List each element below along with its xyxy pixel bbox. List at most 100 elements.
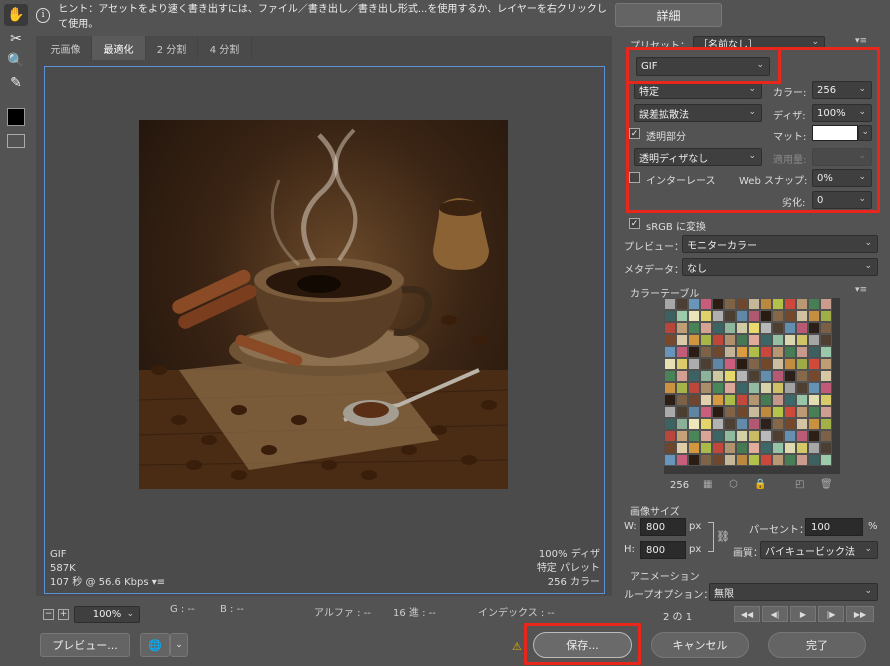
color-swatch[interactable] <box>724 394 736 406</box>
tab-2up[interactable]: 2 分割 <box>146 36 198 60</box>
color-swatch[interactable] <box>700 454 712 466</box>
color-swatch[interactable] <box>688 382 700 394</box>
color-swatch[interactable] <box>736 358 748 370</box>
color-swatch[interactable] <box>760 334 772 346</box>
color-swatch[interactable] <box>664 418 676 430</box>
color-swatch[interactable] <box>748 442 760 454</box>
zoom-select[interactable]: 100% ⌄ <box>74 606 140 623</box>
color-swatch[interactable] <box>760 454 772 466</box>
color-swatch[interactable] <box>712 298 724 310</box>
color-swatch[interactable] <box>808 298 820 310</box>
quality-select[interactable]: バイキュービック法 ⌄ <box>760 541 878 559</box>
height-input[interactable]: 800 <box>640 541 686 559</box>
zoom-in-button[interactable]: + <box>58 609 69 620</box>
color-swatch[interactable] <box>724 382 736 394</box>
color-swatch[interactable] <box>796 406 808 418</box>
color-swatch[interactable] <box>676 394 688 406</box>
color-swatch[interactable] <box>688 310 700 322</box>
color-swatch[interactable] <box>724 430 736 442</box>
color-swatch[interactable] <box>664 370 676 382</box>
color-swatch[interactable] <box>724 418 736 430</box>
color-swatch[interactable] <box>808 442 820 454</box>
color-swatch[interactable] <box>736 310 748 322</box>
color-swatch[interactable] <box>748 418 760 430</box>
color-swatch[interactable] <box>796 382 808 394</box>
color-swatch[interactable] <box>724 358 736 370</box>
color-swatch[interactable] <box>796 358 808 370</box>
color-swatch[interactable] <box>724 334 736 346</box>
color-swatch[interactable] <box>700 382 712 394</box>
color-swatch[interactable] <box>736 442 748 454</box>
color-swatch[interactable] <box>664 382 676 394</box>
tab-optimized[interactable]: 最適化 <box>92 36 146 60</box>
color-swatch[interactable] <box>712 454 724 466</box>
color-swatch[interactable] <box>772 394 784 406</box>
color-swatch[interactable] <box>664 406 676 418</box>
color-swatch[interactable] <box>808 418 820 430</box>
color-swatch[interactable] <box>736 370 748 382</box>
color-swatch[interactable] <box>688 442 700 454</box>
color-swatch[interactable] <box>712 418 724 430</box>
preview-button[interactable]: プレビュー... <box>40 633 130 657</box>
color-swatch[interactable] <box>736 430 748 442</box>
color-swatch[interactable] <box>820 334 832 346</box>
color-swatch[interactable] <box>724 346 736 358</box>
tab-4up[interactable]: 4 分割 <box>198 36 252 60</box>
color-swatch[interactable] <box>784 406 796 418</box>
color-swatch[interactable] <box>808 346 820 358</box>
color-swatch[interactable] <box>700 370 712 382</box>
color-swatch[interactable] <box>808 370 820 382</box>
color-swatch[interactable] <box>724 322 736 334</box>
color-swatch[interactable] <box>688 298 700 310</box>
color-swatch[interactable] <box>760 406 772 418</box>
color-swatch[interactable] <box>664 358 676 370</box>
color-swatch[interactable] <box>688 370 700 382</box>
color-swatch[interactable] <box>688 334 700 346</box>
color-swatch[interactable] <box>748 310 760 322</box>
color-swatch[interactable] <box>760 346 772 358</box>
color-swatch[interactable] <box>784 418 796 430</box>
color-swatch[interactable] <box>772 322 784 334</box>
color-swatch[interactable] <box>664 322 676 334</box>
color-swatch[interactable] <box>760 322 772 334</box>
color-swatch[interactable] <box>688 418 700 430</box>
download-speed-menu-icon[interactable]: ▾≡ <box>152 577 165 588</box>
color-swatch[interactable] <box>664 298 676 310</box>
percent-input[interactable]: 100 <box>805 518 863 536</box>
color-table-grid[interactable] <box>664 298 840 474</box>
play-icon[interactable]: ▶ <box>790 606 816 622</box>
color-swatch[interactable] <box>688 454 700 466</box>
color-swatch[interactable] <box>712 310 724 322</box>
color-swatch[interactable] <box>808 310 820 322</box>
color-swatch[interactable] <box>796 322 808 334</box>
color-swatch[interactable] <box>796 454 808 466</box>
color-swatch[interactable] <box>820 394 832 406</box>
color-swatch[interactable] <box>712 334 724 346</box>
cancel-button[interactable]: キャンセル <box>651 632 749 658</box>
color-swatch[interactable] <box>748 370 760 382</box>
color-swatch[interactable] <box>712 346 724 358</box>
color-swatch[interactable] <box>820 454 832 466</box>
color-swatch[interactable] <box>808 334 820 346</box>
color-swatch[interactable] <box>760 370 772 382</box>
color-swatch[interactable] <box>796 346 808 358</box>
color-swatch[interactable] <box>724 298 736 310</box>
color-swatch[interactable] <box>688 346 700 358</box>
color-swatch[interactable] <box>796 442 808 454</box>
color-swatch[interactable] <box>748 334 760 346</box>
color-swatch[interactable] <box>760 430 772 442</box>
metadata-select[interactable]: なし ⌄ <box>682 258 878 276</box>
color-swatch[interactable] <box>688 358 700 370</box>
width-input[interactable]: 800 <box>640 518 686 536</box>
color-swatch[interactable] <box>784 394 796 406</box>
color-swatch[interactable] <box>796 370 808 382</box>
color-swatch[interactable] <box>820 442 832 454</box>
color-swatch[interactable] <box>772 430 784 442</box>
color-swatch[interactable] <box>736 346 748 358</box>
color-swatch[interactable] <box>760 358 772 370</box>
color-swatch[interactable] <box>664 310 676 322</box>
color-swatch[interactable] <box>784 454 796 466</box>
tab-original[interactable]: 元画像 <box>40 36 92 60</box>
color-swatch[interactable] <box>700 442 712 454</box>
color-swatch[interactable] <box>784 442 796 454</box>
